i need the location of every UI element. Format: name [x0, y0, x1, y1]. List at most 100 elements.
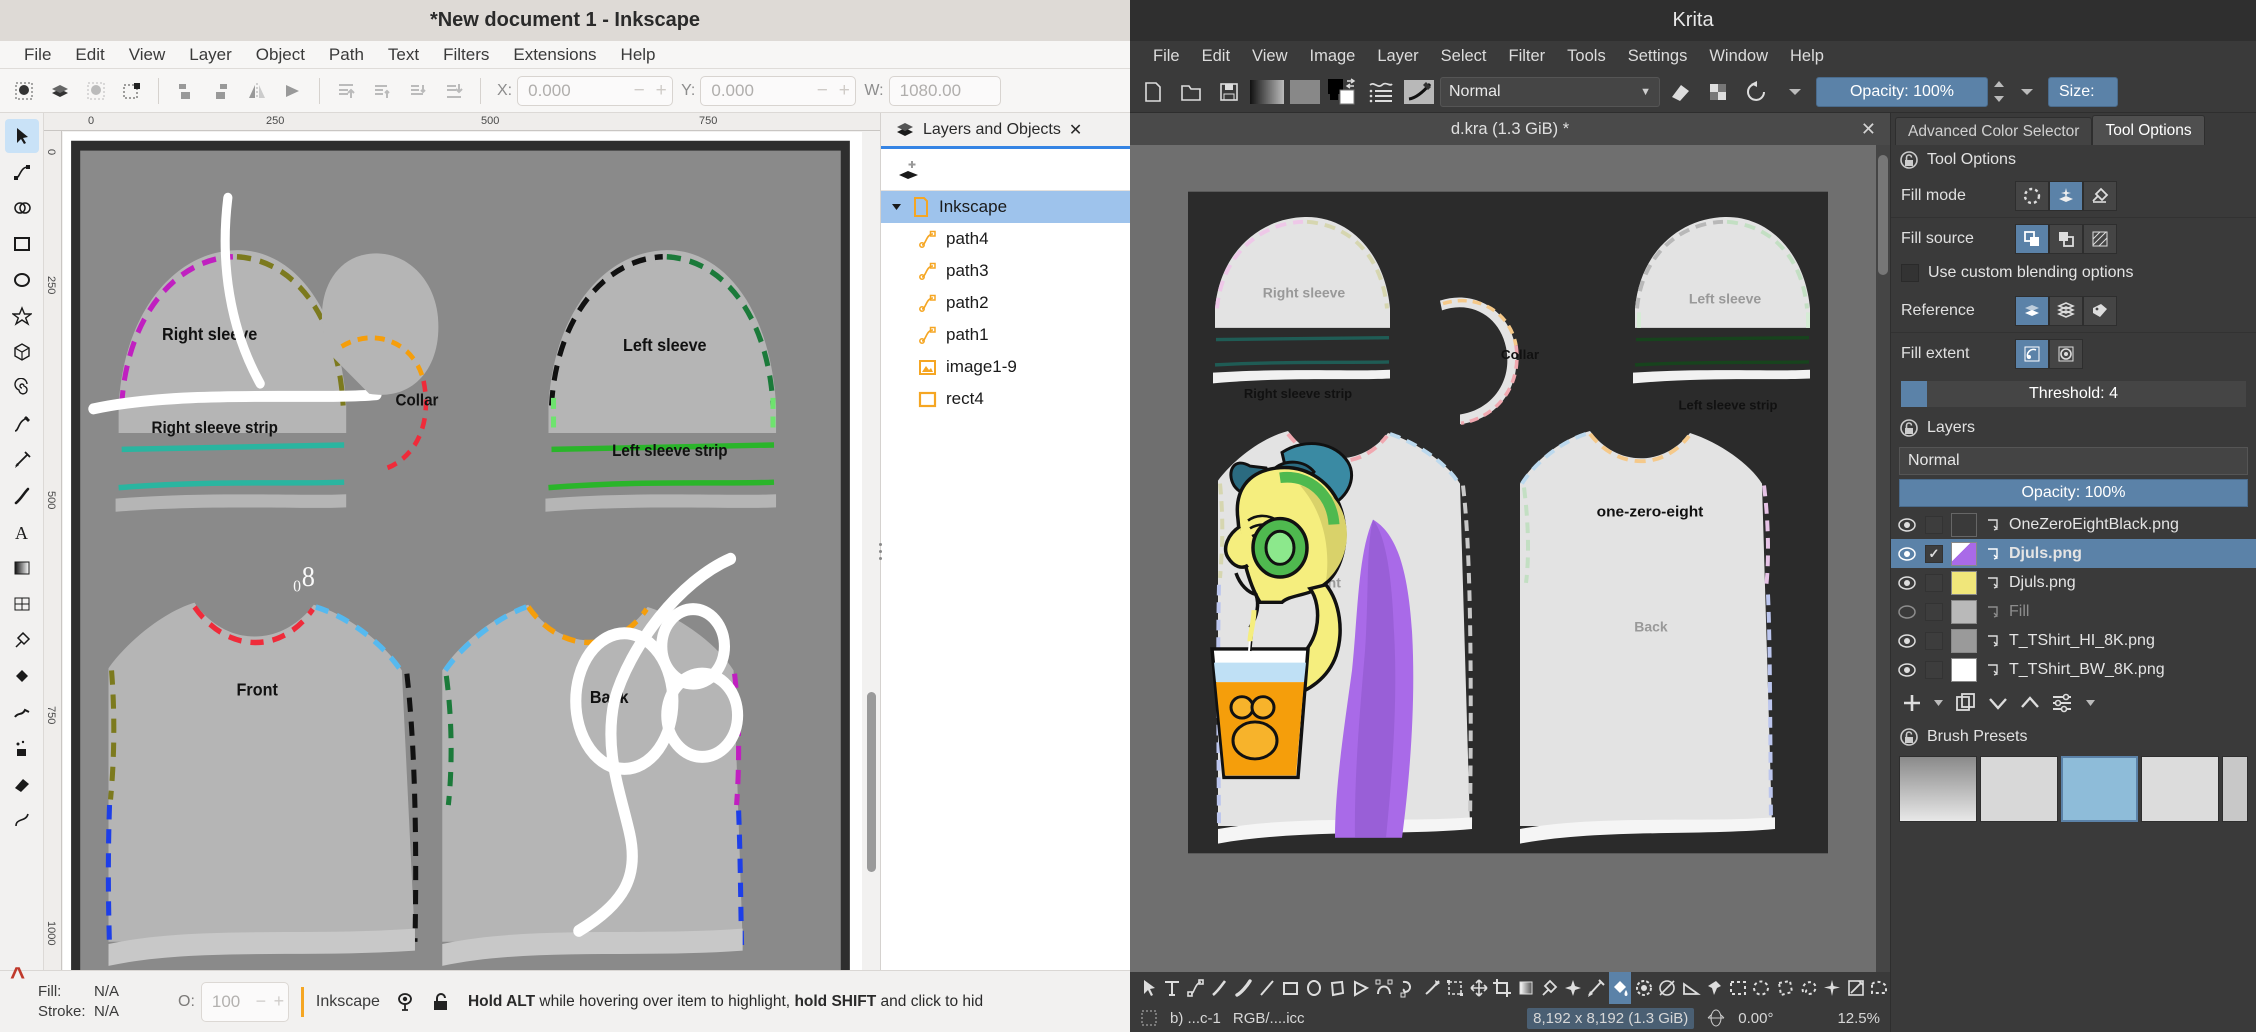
visibility-icon[interactable] — [1897, 515, 1917, 535]
polygon-tool[interactable] — [1327, 972, 1349, 1004]
layer-blend-mode-combo[interactable]: Normal — [1899, 447, 2248, 475]
brush-preset-list-icon[interactable] — [1364, 76, 1398, 108]
smart-patch-tool[interactable] — [1562, 972, 1584, 1004]
tab-advanced-color-selector[interactable]: Advanced Color Selector — [1895, 117, 2092, 145]
polyline-tool[interactable] — [1350, 972, 1372, 1004]
spray-tool[interactable] — [5, 731, 39, 765]
layer-thumbnail[interactable] — [1951, 542, 1977, 566]
layer-opacity-slider[interactable]: Opacity: 100% — [1899, 479, 2248, 507]
alpha-lock-icon[interactable] — [1702, 76, 1736, 108]
y-field[interactable]: 0.000 − + — [700, 76, 856, 106]
shape-builder-tool[interactable] — [5, 191, 39, 225]
eraser-toggle-icon[interactable] — [1664, 76, 1698, 108]
layer-lock-toggle[interactable] — [1925, 603, 1943, 621]
assistant-tool[interactable] — [1656, 972, 1678, 1004]
tweak-tool[interactable] — [5, 695, 39, 729]
layer-properties-dropdown-icon[interactable] — [2085, 697, 2097, 709]
custom-blending-checkbox[interactable] — [1901, 264, 1919, 282]
mesh-gradient-tool[interactable] — [5, 587, 39, 621]
fill-source-background-icon[interactable] — [2049, 224, 2083, 254]
open-file-icon[interactable] — [1174, 76, 1208, 108]
canvas-rotation[interactable]: 0.00° — [1738, 1010, 1773, 1027]
object-row-path4[interactable]: path4 — [881, 223, 1130, 255]
select-all-layers-icon[interactable] — [42, 74, 78, 108]
object-row-rect4[interactable]: rect4 — [881, 383, 1130, 415]
color-picker-tool[interactable] — [1539, 972, 1561, 1004]
lower-to-bottom-icon[interactable] — [436, 74, 472, 108]
fill-mode-all-icon[interactable] — [2049, 181, 2083, 211]
kmenu-tools[interactable]: Tools — [1556, 45, 1617, 68]
layer-properties-icon[interactable] — [2051, 692, 2075, 714]
current-layer-name[interactable]: Inkscape — [316, 993, 380, 1011]
ellipse-tool[interactable] — [5, 263, 39, 297]
layer-lock-toggle[interactable]: ✓ — [1925, 545, 1943, 563]
contiguous-select-tool[interactable] — [1821, 972, 1843, 1004]
x-field-value[interactable]: 0.000 — [518, 81, 628, 101]
kmenu-file[interactable]: File — [1142, 45, 1191, 68]
similar-color-select-tool[interactable] — [1845, 972, 1867, 1004]
inherit-alpha-icon[interactable] — [1985, 517, 2001, 533]
layer-thumbnail[interactable] — [1951, 629, 1977, 653]
calligraphy-tool[interactable] — [5, 479, 39, 513]
brush-preset-4[interactable] — [2141, 756, 2219, 822]
kmenu-view[interactable]: View — [1241, 45, 1298, 68]
freehand-brush-tool[interactable] — [1232, 972, 1254, 1004]
polygonal-select-tool[interactable] — [1774, 972, 1796, 1004]
selector-tool[interactable] — [5, 119, 39, 153]
zoom-level[interactable]: 12.5% — [1837, 1010, 1880, 1027]
fill-mode-pick-icon[interactable] — [2083, 181, 2117, 211]
menu-extensions[interactable]: Extensions — [501, 43, 608, 67]
rectangular-select-tool[interactable] — [1727, 972, 1749, 1004]
move-layer-down-icon[interactable] — [1987, 692, 2009, 714]
layer-lock-toggle[interactable] — [1925, 574, 1943, 592]
gradient-preview-icon[interactable] — [1250, 76, 1284, 108]
fg-bg-color-icon[interactable] — [1326, 76, 1360, 108]
kmenu-settings[interactable]: Settings — [1617, 45, 1699, 68]
object-row-path3[interactable]: path3 — [881, 255, 1130, 287]
krita-vscroll-thumb[interactable] — [1878, 155, 1888, 275]
visibility-icon[interactable] — [1897, 573, 1917, 593]
threshold-slider[interactable]: Threshold: 4 — [1901, 381, 2246, 407]
visibility-icon[interactable] — [1897, 602, 1917, 622]
layer-row-onezeroeightblack[interactable]: OneZeroEightBlack.png — [1891, 510, 2256, 539]
krita-canvas-vscrollbar[interactable] — [1876, 145, 1890, 972]
eraser-tool[interactable] — [5, 767, 39, 801]
kmenu-select[interactable]: Select — [1430, 45, 1498, 68]
layer-row-djuls[interactable]: Djuls.png — [1891, 568, 2256, 597]
line-tool[interactable] — [1256, 972, 1278, 1004]
visibility-icon[interactable] — [1897, 660, 1917, 680]
layer-row-tshirt-bw[interactable]: T_TShirt_BW_8K.png — [1891, 655, 2256, 684]
layer-thumbnail[interactable] — [1951, 658, 1977, 682]
select-same-icon[interactable] — [78, 74, 114, 108]
w-field-value[interactable]: 1080.00 — [890, 81, 1000, 101]
kmenu-help[interactable]: Help — [1779, 45, 1835, 68]
vscroll-thumb[interactable] — [867, 692, 876, 872]
tab-tool-options[interactable]: Tool Options — [2092, 115, 2204, 145]
inherit-alpha-icon[interactable] — [1985, 662, 2001, 678]
document-tab[interactable]: d.kra (1.3 GiB) * ✕ — [1130, 113, 1890, 145]
crop-tool[interactable] — [1491, 972, 1513, 1004]
enclose-fill-tool[interactable] — [1633, 972, 1655, 1004]
dock-resize-grip[interactable] — [875, 533, 885, 569]
rectangle-tool[interactable] — [5, 227, 39, 261]
elliptical-select-tool[interactable] — [1751, 972, 1773, 1004]
fill-source-foreground-icon[interactable] — [2015, 224, 2049, 254]
add-layer-dropdown-icon[interactable] — [1933, 697, 1945, 709]
lower-icon[interactable] — [400, 74, 436, 108]
3dbox-tool[interactable] — [5, 335, 39, 369]
dock-tab-layers-and-objects[interactable]: Layers and Objects ✕ — [881, 113, 1130, 149]
y-decrement[interactable]: − — [811, 80, 833, 102]
reload-preset-icon[interactable] — [1740, 76, 1774, 108]
menu-filters[interactable]: Filters — [431, 43, 501, 67]
duplicate-layer-icon[interactable] — [1955, 692, 1977, 714]
transform-tool[interactable] — [1444, 972, 1466, 1004]
brush-editor-icon[interactable] — [1402, 76, 1436, 108]
w-field[interactable]: 1080.00 — [889, 76, 1001, 106]
gradient-tool[interactable] — [5, 551, 39, 585]
layer-lock-icon[interactable] — [430, 991, 452, 1013]
kmenu-filter[interactable]: Filter — [1498, 45, 1557, 68]
layer-thumbnail[interactable] — [1951, 600, 1977, 624]
dynamic-brush-tool[interactable] — [1421, 972, 1443, 1004]
text-tool[interactable] — [1162, 972, 1184, 1004]
deselect-icon[interactable] — [114, 74, 150, 108]
